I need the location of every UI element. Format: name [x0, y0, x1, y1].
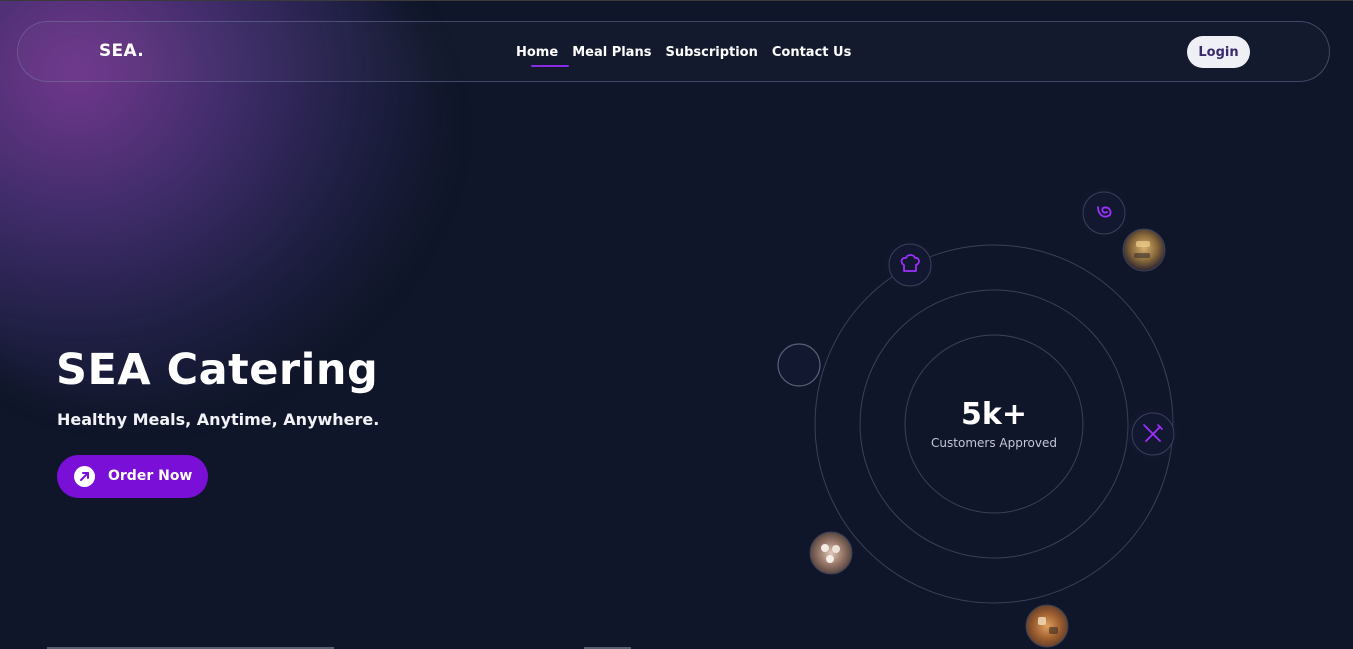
food-photo-skewers [1122, 228, 1166, 272]
nav-links: Home Meal Plans Subscription Contact Us [516, 45, 865, 67]
hero-subtitle: Healthy Meals, Anytime, Anywhere. [57, 410, 380, 429]
brand-logo[interactable]: SEA. [99, 41, 144, 61]
navbar: SEA. Home Meal Plans Subscription Contac… [17, 21, 1330, 82]
order-now-button[interactable]: Order Now [57, 455, 208, 498]
stat-label: Customers Approved [931, 436, 1057, 450]
utensils-crossed-icon [1121, 402, 1185, 466]
nav-link-home[interactable]: Home [516, 45, 570, 67]
orbit-empty-slot [777, 343, 821, 387]
food-photo-sushi [809, 531, 853, 575]
arrow-up-right-icon [74, 466, 95, 487]
leaf-swirl-icon [1074, 183, 1134, 243]
login-button[interactable]: Login [1187, 36, 1250, 68]
nav-link-subscription[interactable]: Subscription [665, 45, 757, 60]
landing-page: SEA. Home Meal Plans Subscription Contac… [0, 0, 1353, 649]
stat-value: 5k+ [961, 397, 1027, 432]
order-now-label: Order Now [108, 468, 193, 484]
chef-hat-icon [880, 235, 940, 295]
food-photo-platter [1025, 604, 1069, 648]
hero-title: SEA Catering [56, 345, 379, 395]
nav-link-meal-plans[interactable]: Meal Plans [572, 45, 651, 60]
nav-link-contact-us[interactable]: Contact Us [772, 45, 851, 60]
